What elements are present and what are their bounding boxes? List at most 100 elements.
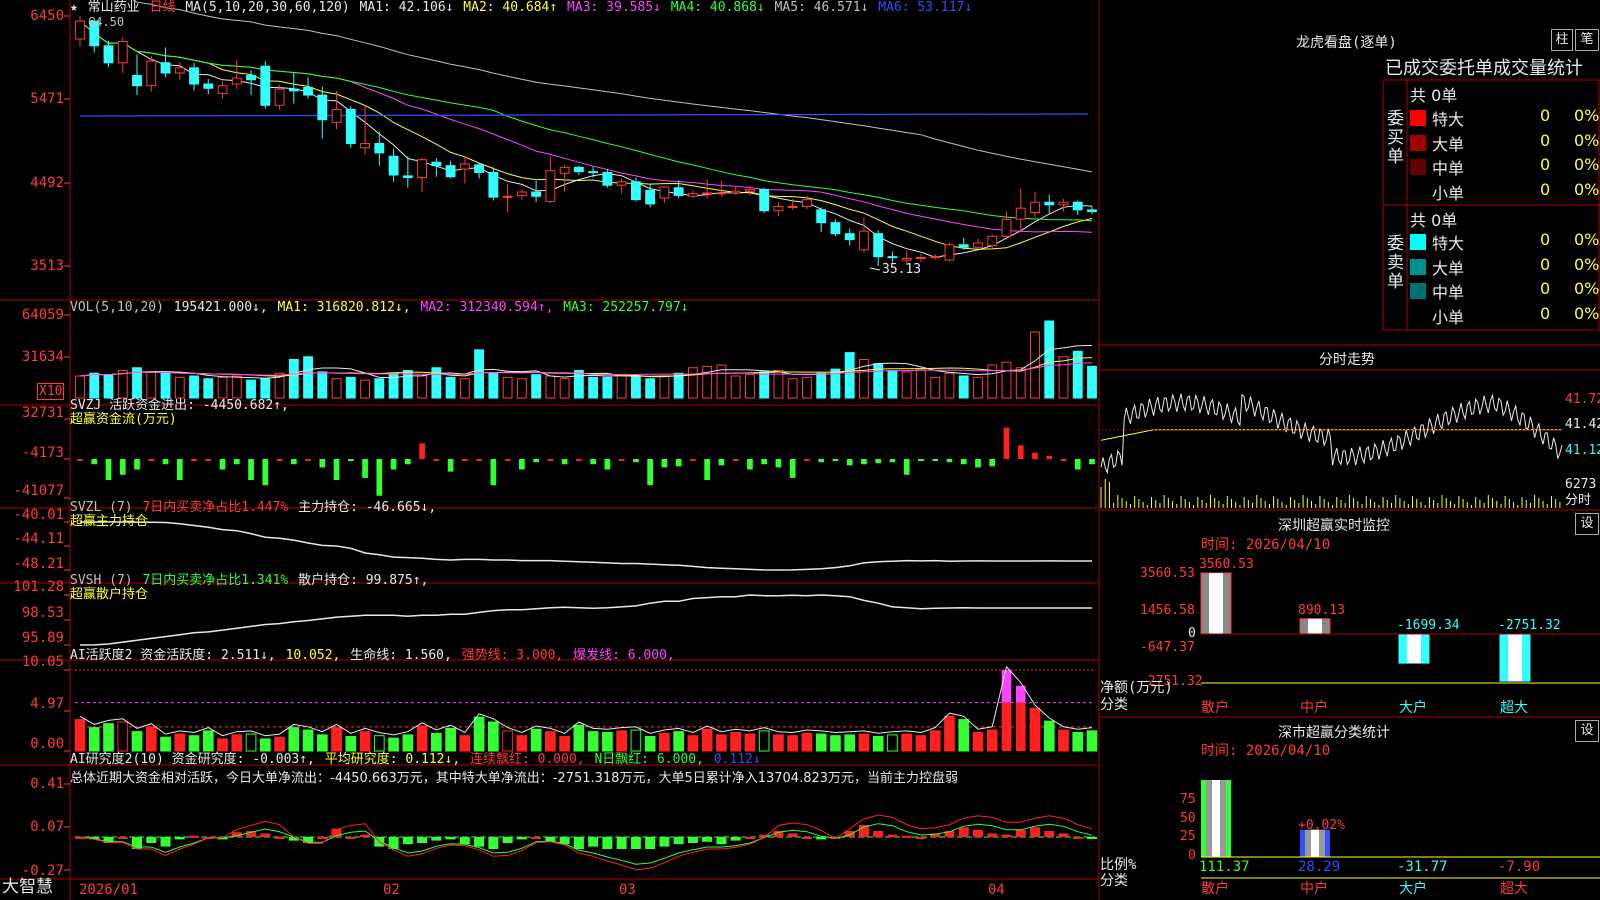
svzl-subtitle: 超赢主力持仓 [70,514,149,529]
fund-flow-bar [747,459,753,470]
research-bar [873,831,884,837]
class-settings-button[interactable]: 设 [1575,720,1599,742]
candle-body [1087,209,1097,213]
research-bar [687,837,698,843]
research-bar [573,837,584,849]
research-bar [630,837,641,849]
ma-value-4: MA4: 40.868↓ [662,0,765,15]
sell-pct-2: 0% [1574,279,1600,298]
main-header: ★ 常山药业 日线 MA(5,10,20,30,60,120) MA1: 42.… [70,0,976,15]
activity-bar [801,732,813,752]
activity-bar [1058,729,1069,752]
pen-mode-button[interactable]: 笔 [1575,29,1599,51]
retail-position-line [79,594,1092,646]
stock-name[interactable]: 常山药业 [88,0,140,15]
fund-flow-bar [989,459,996,467]
activity-bar [145,726,157,752]
volume-bar [1058,356,1069,399]
svzl-header-seg-2: 主力持仓: -46.665↓, [290,500,437,515]
volume-bar [516,378,527,399]
activity-bar [316,734,328,752]
candle-body [374,143,385,154]
sell-count-0: 0 [1540,230,1551,249]
sell-name-1: 大单 [1432,258,1465,278]
fund-flow-bar [262,459,269,486]
volume-bar [260,378,271,399]
research-bar [1072,837,1083,839]
activity-bar [488,721,499,752]
monitor-settings-button[interactable]: 设 [1575,513,1599,535]
stats-tab-title[interactable]: 已成交委托单成交量统计 [1385,54,1583,80]
volume-bar [402,370,413,399]
svzj-subtitle: 超赢资金流(万元) [70,412,177,427]
class-value-2: -31.77 [1397,859,1448,875]
sell-pct-3: 0% [1574,303,1600,323]
volume-bar [602,376,613,399]
monitor-value-3: -2751.32 [1498,618,1561,633]
fund-flow-bar [718,459,725,466]
candle-body [1001,218,1012,237]
ma-spec: MA(5,10,20,30,60,120) [185,0,350,15]
candle-body [417,159,428,179]
candle-body [231,77,242,85]
vol-unit-badge[interactable]: X10 [37,383,65,400]
activity-bar [659,732,670,752]
volume-bar [673,372,684,399]
volume-bar [588,376,599,399]
monitor-category-3: 超大 [1500,700,1528,716]
candle-body [816,209,827,224]
candle-body [702,192,713,195]
class-category-1: 中户 [1300,881,1328,897]
volume-bar [916,368,926,399]
activity-bar [787,735,799,752]
monitor-category-label: 分类 [1100,697,1128,713]
buy-pct-1: 0% [1574,130,1600,150]
ma-line-5 [132,0,1093,173]
activity-bar [716,734,727,752]
candle-body [445,165,456,178]
sell-group-label: 委卖单 [1387,234,1404,292]
fund-flow-bar [105,459,112,480]
monitor-value-0: 3560.53 [1199,557,1254,572]
high-marker: 64.50 [88,15,125,29]
class-category-0: 散户 [1201,881,1229,897]
class-value-1: 28.29 [1298,859,1341,875]
fund-flow-bar [633,459,639,463]
activity-bar [830,735,841,752]
bar-mode-button[interactable]: 柱 [1551,29,1573,51]
candle-body [844,233,855,241]
fund-flow-bar [119,459,126,475]
class-value-0: 111.37 [1199,859,1250,875]
candle-body [645,189,656,205]
candle-body [246,75,256,81]
intraday-price-1: 41.42 [1565,417,1600,432]
ai1-header-seg-4: 爆发线: 6.000, [565,648,675,663]
period-label[interactable]: 日线 [150,0,176,15]
vol-y-label-0: 64059 [21,307,64,323]
candle-body [117,41,128,64]
fund-flow-bar [248,459,254,480]
main-y-label-2: 4492 [30,175,64,191]
ai2-header-seg-0: AI研究度2(10) 资金研究度: -0.003↑, [70,752,315,767]
candle-body [887,256,898,259]
activity-bar [972,731,984,752]
fund-flow-bar [290,459,297,465]
fund-flow-bar [1046,455,1053,459]
fund-flow-bar [176,459,183,480]
sell-swatch-2 [1410,283,1426,299]
activity-bar [872,735,884,752]
ai2-header-seg-4: 0.112↓ [705,752,761,767]
buy-name-3: 小单 [1432,183,1465,203]
research-bar [602,837,613,849]
activity-bar [1086,730,1098,752]
volume-bar [1044,320,1055,399]
star-icon[interactable]: ★ [70,0,78,15]
research-bar [801,837,812,839]
candle-body [431,161,442,167]
x-date-1: 02 [383,882,400,898]
volume-bar [944,372,955,399]
fund-flow-bar [618,459,625,461]
activity-bar [844,734,856,752]
activity-bar [516,735,528,752]
volume-bar [1001,361,1012,399]
